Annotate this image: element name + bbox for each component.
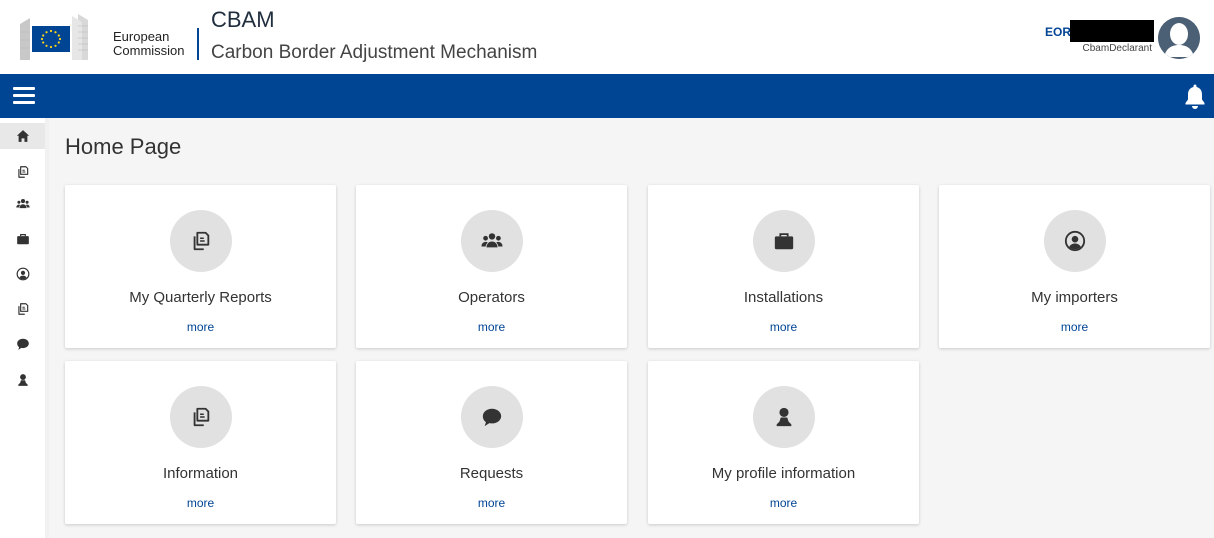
more-link[interactable]: more xyxy=(356,320,627,334)
sidebar-item-information[interactable] xyxy=(0,296,45,322)
user-icon xyxy=(773,406,795,428)
card-icon-circle xyxy=(1044,210,1106,272)
more-link[interactable]: more xyxy=(648,320,919,334)
eori-redacted-value xyxy=(1070,20,1154,42)
app-subtitle: Carbon Border Adjustment Mechanism xyxy=(211,42,538,63)
copy-icon xyxy=(190,230,212,252)
bell-icon[interactable] xyxy=(1183,83,1207,109)
sidebar-item-operators[interactable] xyxy=(0,191,45,217)
card-icon-circle xyxy=(461,386,523,448)
card-icon-circle xyxy=(753,210,815,272)
briefcase-icon xyxy=(773,230,795,252)
more-link[interactable]: more xyxy=(65,496,336,510)
app-title: CBAM xyxy=(211,7,275,32)
card-label: Operators xyxy=(458,289,525,306)
sidebar-item-home[interactable] xyxy=(0,123,45,149)
main-content: Home Page My Quarterly Reports more Oper… xyxy=(49,118,1214,538)
sidebar-item-quarterly-reports[interactable] xyxy=(0,159,45,185)
european-commission-logo xyxy=(20,14,88,60)
card-icon-circle xyxy=(170,386,232,448)
card-label: My profile information xyxy=(711,465,856,482)
more-link[interactable]: more xyxy=(939,320,1210,334)
user-icon xyxy=(16,373,30,387)
comment-icon xyxy=(16,337,30,351)
hamburger-icon xyxy=(13,87,35,90)
user-circle-icon xyxy=(16,267,30,281)
header-divider xyxy=(197,28,199,60)
card-icon-circle xyxy=(170,210,232,272)
sidebar-item-profile[interactable] xyxy=(0,367,45,393)
user-circle-icon xyxy=(1064,230,1086,252)
sidebar-item-importers[interactable] xyxy=(0,261,45,287)
card-operators[interactable]: Operators more xyxy=(356,185,627,348)
home-icon xyxy=(16,129,30,143)
briefcase-icon xyxy=(16,232,30,246)
card-quarterly-reports[interactable]: My Quarterly Reports more xyxy=(65,185,336,348)
sidebar xyxy=(0,118,49,538)
more-link[interactable]: more xyxy=(65,320,336,334)
card-label: My Quarterly Reports xyxy=(129,289,272,306)
card-installations[interactable]: Installations more xyxy=(648,185,919,348)
card-label: Requests xyxy=(459,465,524,482)
copy-icon xyxy=(190,406,212,428)
organization-name-line2: Commission xyxy=(113,43,185,58)
card-requests[interactable]: Requests more xyxy=(356,361,627,524)
sidebar-item-requests[interactable] xyxy=(0,331,45,357)
user-role: CbamDeclarant xyxy=(1082,43,1152,54)
sidebar-item-installations[interactable] xyxy=(0,226,45,252)
more-link[interactable]: more xyxy=(356,496,627,510)
users-icon xyxy=(481,230,503,252)
card-label: Installations xyxy=(743,289,824,306)
page-title: Home Page xyxy=(65,134,182,159)
comment-icon xyxy=(481,406,503,428)
avatar[interactable] xyxy=(1158,17,1200,59)
card-label: Information xyxy=(162,465,239,482)
users-icon xyxy=(16,197,30,211)
top-navbar xyxy=(0,74,1214,118)
card-label: My importers xyxy=(1031,289,1118,306)
menu-toggle-button[interactable] xyxy=(13,87,35,105)
user-avatar-icon xyxy=(1158,17,1200,59)
app-header: European Commission CBAM Carbon Border A… xyxy=(0,0,1214,74)
card-profile-information[interactable]: My profile information more xyxy=(648,361,919,524)
copy-icon xyxy=(16,302,30,316)
more-link[interactable]: more xyxy=(648,496,919,510)
organization-name-line1: European xyxy=(113,29,170,44)
card-icon-circle xyxy=(753,386,815,448)
organization-name: European Commission xyxy=(113,30,185,58)
card-importers[interactable]: My importers more xyxy=(939,185,1210,348)
card-information[interactable]: Information more xyxy=(65,361,336,524)
copy-icon xyxy=(16,165,30,179)
card-icon-circle xyxy=(461,210,523,272)
